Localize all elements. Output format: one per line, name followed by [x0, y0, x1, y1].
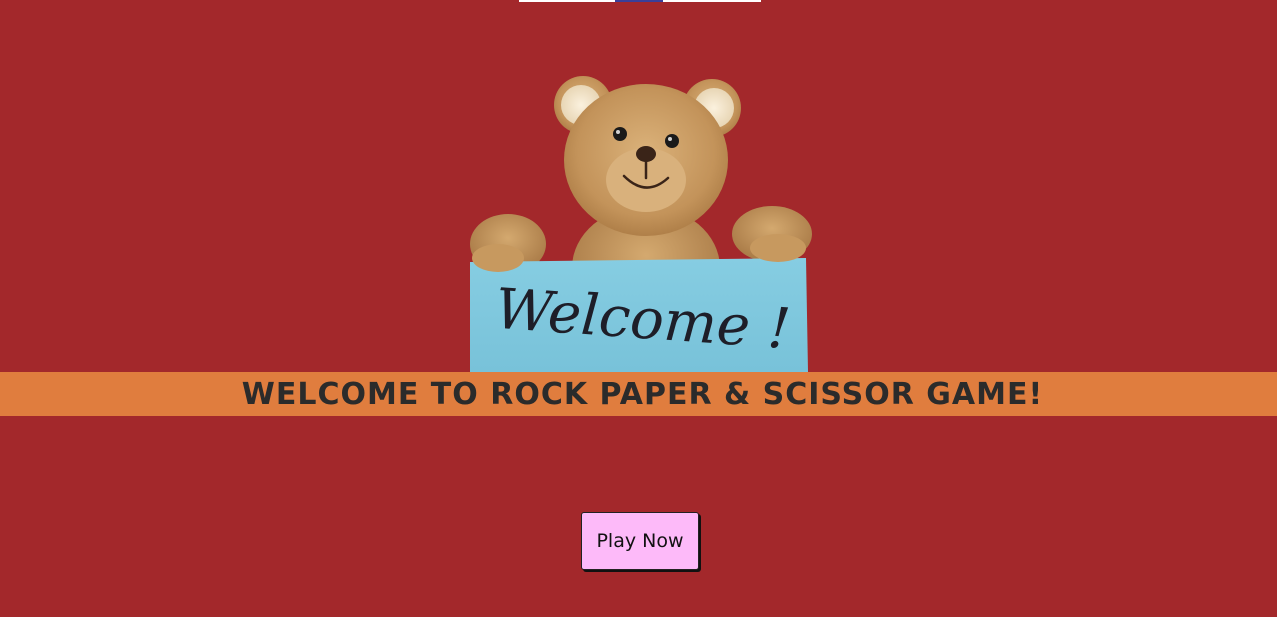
top-strip: [519, 0, 761, 2]
top-strip-segment: [663, 0, 761, 2]
teddy-bear-welcome-image: Welcome !: [468, 68, 814, 372]
play-now-button[interactable]: Play Now: [581, 512, 699, 570]
top-strip-segment: [615, 0, 663, 2]
bear-nose: [636, 146, 656, 162]
top-strip-segment: [519, 0, 615, 2]
page-title: WELCOME TO ROCK PAPER & SCISSOR GAME!: [241, 376, 1044, 412]
bear-eye-left: [613, 127, 627, 141]
welcome-sign: Welcome !: [470, 258, 808, 372]
bear-eye-right: [665, 134, 679, 148]
title-banner: WELCOME TO ROCK PAPER & SCISSOR GAME!: [0, 372, 1277, 416]
